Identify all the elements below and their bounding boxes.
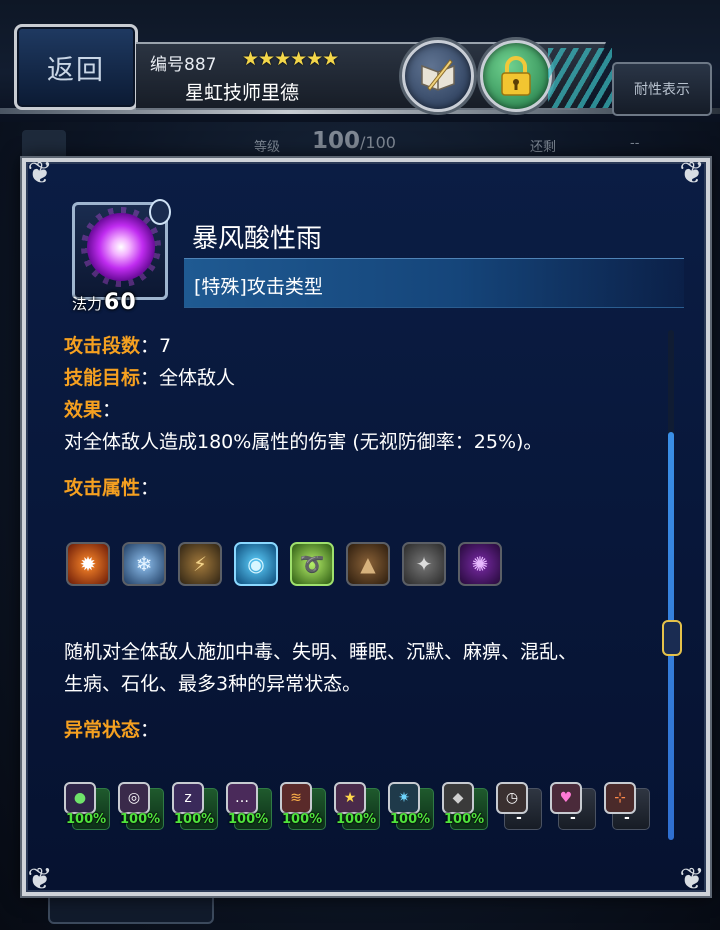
padlock-icon bbox=[501, 56, 531, 96]
corner-ornament-icon: ❦ bbox=[27, 862, 53, 897]
ailment-value: 100% bbox=[336, 812, 377, 827]
ailment-paralyze: ≋ 100% bbox=[280, 782, 328, 830]
dark-element-icon: ✺ bbox=[458, 542, 502, 586]
target-value: ：全体敌人 bbox=[140, 367, 236, 389]
sleep-icon: z bbox=[172, 782, 204, 814]
disease-icon: ✷ bbox=[388, 782, 420, 814]
mp-cost: 法力 60 bbox=[72, 290, 168, 318]
ailment-disease: ✷ 100% bbox=[388, 782, 436, 830]
element-icon-row: ✹ ❄ ⚡ ◉ ➰ ▲ ✦ ✺ bbox=[66, 542, 502, 586]
ailment-petrify: ◆ 100% bbox=[442, 782, 490, 830]
level-value: 100/100 bbox=[312, 128, 396, 154]
hits-value: ：7 bbox=[140, 335, 172, 357]
ailment-silence: … 100% bbox=[226, 782, 274, 830]
status-label: 异常状态 bbox=[64, 719, 141, 741]
effect-colon: ： bbox=[102, 399, 122, 421]
wind-element-icon: ➰ bbox=[290, 542, 334, 586]
confuse-icon: ★ bbox=[334, 782, 366, 814]
lock-button[interactable] bbox=[480, 40, 552, 112]
charm-icon: ♥ bbox=[550, 782, 582, 814]
hits-label: 攻击段数 bbox=[64, 335, 141, 357]
attr-heading: 攻击属性： bbox=[64, 476, 159, 500]
corner-ornament-icon: ❦ bbox=[679, 156, 705, 191]
rarity-stars: ★★★★★★ bbox=[242, 48, 339, 70]
ailment-value: 100% bbox=[66, 812, 107, 827]
scrollbar-thumb[interactable] bbox=[662, 620, 682, 656]
effect-heading: 效果： bbox=[64, 398, 121, 422]
skill-icon-frame bbox=[72, 199, 171, 300]
fire-element-icon: ✹ bbox=[66, 542, 110, 586]
paralyze-icon: ≋ bbox=[280, 782, 312, 814]
ailment-icon-row: ● 100% ◎ 100% z 100% … 100% ≋ 100% ★ 100… bbox=[64, 782, 652, 830]
petrify-icon: ◆ bbox=[442, 782, 474, 814]
remaining-value: -- bbox=[630, 136, 640, 151]
break-icon: ⊹ bbox=[604, 782, 636, 814]
stop-icon: ◷ bbox=[496, 782, 528, 814]
remaining-label: 还剩 bbox=[530, 140, 557, 155]
ailment-value: - bbox=[624, 810, 630, 826]
ailment-value: 100% bbox=[228, 812, 269, 827]
ailment-value: 100% bbox=[120, 812, 161, 827]
corner-ornament-icon: ❦ bbox=[679, 862, 705, 897]
ailment-value: 100% bbox=[444, 812, 485, 827]
status-desc-line2: 生病、石化、最多3种的异常状态。 bbox=[64, 673, 362, 695]
thunder-element-icon: ⚡ bbox=[178, 542, 222, 586]
header-decor-stripes bbox=[548, 48, 612, 108]
target-line: 技能目标：全体敌人 bbox=[64, 366, 235, 390]
skill-name: 暴风酸性雨 bbox=[192, 224, 323, 254]
ailment-value: 100% bbox=[174, 812, 215, 827]
holy-element-icon: ✦ bbox=[402, 542, 446, 586]
attr-colon: ： bbox=[140, 477, 160, 499]
level-current: 100 bbox=[312, 128, 361, 154]
level-label: 等级 bbox=[254, 140, 281, 155]
effect-label: 效果 bbox=[64, 399, 103, 421]
ailment-confuse: ★ 100% bbox=[334, 782, 382, 830]
hits-line: 攻击段数：7 bbox=[64, 334, 171, 358]
corner-ornament-icon: ❦ bbox=[27, 156, 53, 191]
ailment-poison: ● 100% bbox=[64, 782, 112, 830]
poison-icon: ● bbox=[64, 782, 96, 814]
ailment-value: 100% bbox=[282, 812, 323, 827]
ring-icon bbox=[149, 199, 171, 225]
ailment-charm: ♥ - bbox=[550, 782, 598, 830]
mp-label: 法力 bbox=[72, 295, 103, 313]
character-serial: 编号887 bbox=[150, 55, 217, 75]
earth-element-icon: ▲ bbox=[346, 542, 390, 586]
status-desc-line1: 随机对全体敌人施加中毒、失明、睡眠、沉默、麻痹、混乱、 bbox=[64, 641, 578, 663]
water-element-icon: ◉ bbox=[234, 542, 278, 586]
ailment-sleep: z 100% bbox=[172, 782, 220, 830]
status-colon: ： bbox=[140, 719, 160, 741]
effect-text: 对全体敌人造成180%属性的伤害 (无视防御率：25%)。 bbox=[64, 431, 543, 453]
ailment-value: 100% bbox=[390, 812, 431, 827]
blind-icon: ◎ bbox=[118, 782, 150, 814]
ice-element-icon: ❄ bbox=[122, 542, 166, 586]
level-max: /100 bbox=[360, 133, 396, 152]
ailment-blind: ◎ 100% bbox=[118, 782, 166, 830]
back-button[interactable]: 返回 bbox=[14, 24, 138, 110]
ailment-value: - bbox=[570, 810, 576, 826]
silence-icon: … bbox=[226, 782, 258, 814]
quill-book-icon bbox=[421, 59, 455, 91]
attr-label: 攻击属性 bbox=[64, 477, 141, 499]
status-heading: 异常状态： bbox=[64, 718, 159, 742]
ailment-stop: ◷ - bbox=[496, 782, 544, 830]
target-label: 技能目标 bbox=[64, 367, 141, 389]
ailment-break: ⊹ - bbox=[604, 782, 652, 830]
quill-book-button[interactable] bbox=[402, 40, 474, 112]
resistance-display-button[interactable]: 耐性表示 bbox=[612, 62, 712, 116]
character-name: 星虹技师里德 bbox=[185, 82, 300, 104]
skill-detail-dialog: ❦ ❦ ❦ ❦ 法力 60 暴风酸性雨 [特殊]攻击类型 攻击段数：7 技能目标… bbox=[22, 156, 710, 897]
ailment-value: - bbox=[516, 810, 522, 826]
acid-rain-skill-icon bbox=[87, 213, 155, 281]
skill-type: [特殊]攻击类型 bbox=[194, 276, 323, 298]
mp-value: 60 bbox=[104, 290, 137, 315]
